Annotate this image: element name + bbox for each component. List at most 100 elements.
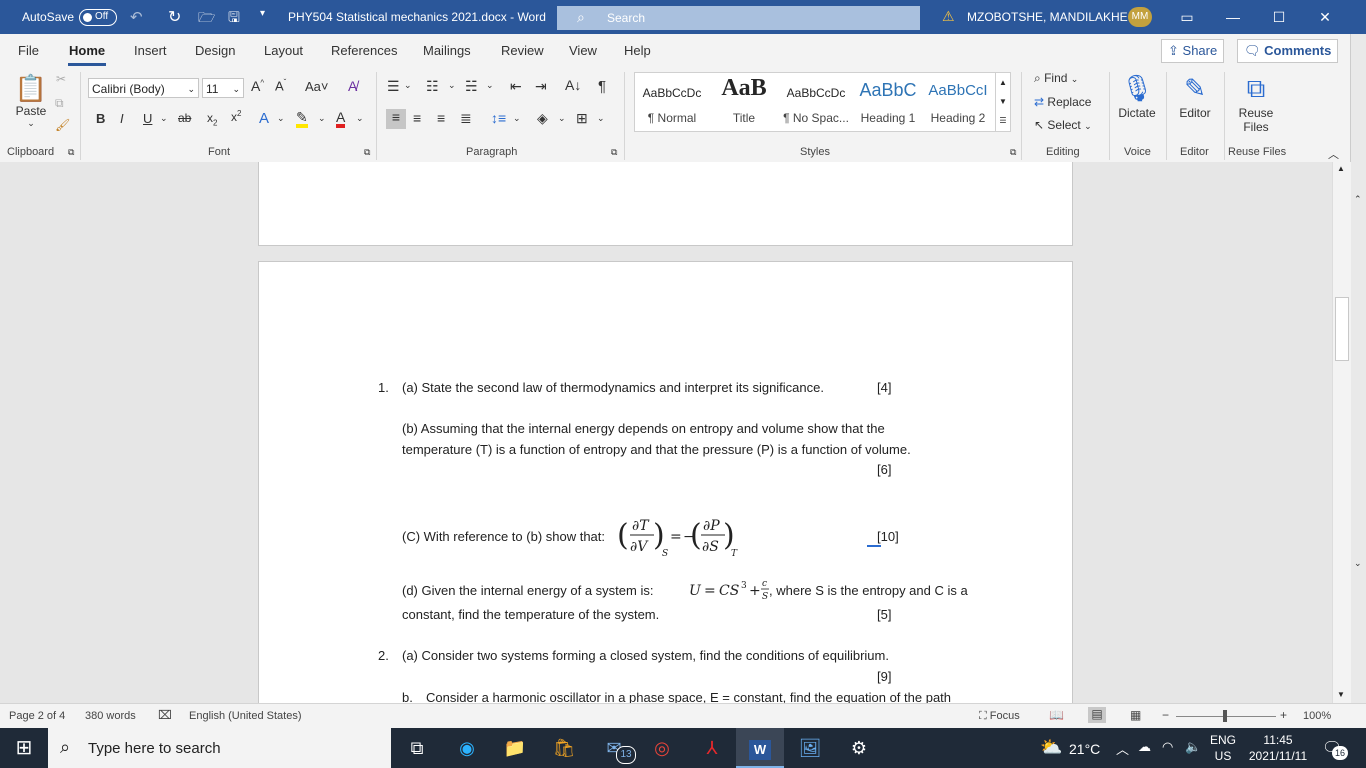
- font-name-select[interactable]: Calibri (Body) ⌄: [88, 78, 199, 98]
- tab-review[interactable]: Review: [501, 43, 544, 58]
- user-name[interactable]: MZOBOTSHE, MANDILAKHE: [967, 10, 1128, 24]
- bullets-icon[interactable]: ☰: [387, 78, 400, 95]
- wifi-icon[interactable]: ◠: [1162, 739, 1173, 755]
- open-folder-icon[interactable]: 🗁: [198, 7, 215, 31]
- increase-indent-icon[interactable]: ⇥: [535, 78, 547, 95]
- style-heading-2[interactable]: AaBbCcI Heading 2: [923, 73, 993, 131]
- customize-toolbar-icon[interactable]: ▾: [260, 8, 265, 19]
- print-layout-icon[interactable]: ▤: [1088, 707, 1106, 723]
- tab-references[interactable]: References: [331, 43, 397, 58]
- scrollbar-thumb[interactable]: [1335, 297, 1349, 361]
- taskbar-search[interactable]: ⌕ Type here to search: [48, 728, 391, 768]
- minimize-icon[interactable]: —: [1210, 0, 1256, 34]
- chevron-down-icon[interactable]: ⌄: [160, 113, 168, 124]
- chevron-down-icon[interactable]: ⌄: [558, 113, 566, 124]
- chevron-down-icon[interactable]: ⌄: [513, 113, 521, 124]
- bold-icon[interactable]: B: [96, 111, 105, 126]
- chrome-icon[interactable]: ◎: [638, 728, 686, 768]
- avatar[interactable]: MM: [1128, 7, 1152, 27]
- tab-layout[interactable]: Layout: [264, 43, 303, 58]
- scroll-up-icon[interactable]: ▲: [1337, 164, 1345, 173]
- search-box[interactable]: ⌕ Search: [557, 6, 920, 30]
- replace-button[interactable]: ⇄ Replace: [1034, 95, 1091, 109]
- chevron-down-icon[interactable]: ⌄: [597, 113, 605, 124]
- italic-icon[interactable]: I: [120, 111, 124, 126]
- clock[interactable]: 11:45 2021/11/11: [1246, 732, 1310, 764]
- word-taskbar-icon[interactable]: W: [736, 728, 784, 768]
- shrink-font-icon[interactable]: Aˇ: [275, 78, 286, 93]
- page-2[interactable]: 1. (a) State the second law of thermodyn…: [258, 261, 1073, 703]
- zoom-in-icon[interactable]: +: [1280, 708, 1287, 722]
- styles-launcher-icon[interactable]: ⧉: [1010, 147, 1016, 158]
- task-view-icon[interactable]: ⧉: [393, 728, 441, 768]
- style-title[interactable]: AaB Title: [709, 73, 779, 131]
- autosave-toggle[interactable]: Off: [79, 9, 117, 26]
- style-heading-1[interactable]: AaBbC Heading 1: [853, 73, 923, 131]
- tab-insert[interactable]: Insert: [134, 43, 167, 58]
- weather-icon[interactable]: ⛅: [1040, 737, 1062, 758]
- tab-file[interactable]: File: [18, 43, 39, 58]
- network-icon[interactable]: ☁: [1138, 739, 1151, 755]
- dictate-button[interactable]: 🎙 Dictate: [1115, 70, 1159, 120]
- line-spacing-icon[interactable]: ↕≡: [491, 110, 506, 126]
- store-icon[interactable]: 🛍: [540, 728, 588, 768]
- warning-icon[interactable]: ⚠: [942, 8, 955, 25]
- align-center-icon[interactable]: ≡: [413, 110, 421, 126]
- align-left-icon[interactable]: ≡: [386, 109, 406, 129]
- undo-icon[interactable]: ↶: [130, 8, 143, 26]
- select-button[interactable]: ↖ Select ⌄: [1034, 118, 1092, 132]
- collapse-ribbon-icon[interactable]: ︿: [1328, 146, 1339, 162]
- clipboard-launcher-icon[interactable]: ⧉: [68, 147, 74, 158]
- edge-icon[interactable]: ◉: [443, 728, 491, 768]
- styles-scroll[interactable]: ▲ ▼ ☰: [995, 73, 1010, 131]
- style-normal[interactable]: AaBbCcDc ¶ Normal: [635, 73, 709, 131]
- change-case-button[interactable]: Aa˅: [305, 79, 329, 94]
- chevron-down-icon[interactable]: ⌄: [356, 113, 364, 124]
- underline-icon[interactable]: U: [143, 111, 152, 126]
- paste-button[interactable]: 📋 Paste ⌄: [12, 72, 50, 134]
- chevron-down-icon[interactable]: ⌄: [404, 80, 412, 91]
- chevron-up-icon[interactable]: ︿: [1116, 739, 1129, 758]
- numbering-icon[interactable]: ☷: [426, 78, 439, 95]
- chevron-down-icon[interactable]: ⌄: [486, 80, 494, 91]
- focus-button[interactable]: ⛶ Focus: [979, 710, 1020, 723]
- chevron-down-icon[interactable]: ⌄: [318, 113, 326, 124]
- justify-icon[interactable]: ≣: [460, 110, 472, 127]
- close-icon[interactable]: ✕: [1302, 0, 1348, 34]
- tab-home[interactable]: Home: [69, 43, 105, 58]
- paragraph-launcher-icon[interactable]: ⧉: [611, 147, 617, 158]
- chevron-down-icon[interactable]: ⌄: [1354, 558, 1362, 569]
- find-button[interactable]: ⌕ Find ⌄: [1034, 71, 1078, 86]
- tab-mailings[interactable]: Mailings: [423, 43, 471, 58]
- notification-icon[interactable]: 🗨16: [1322, 738, 1348, 760]
- grow-font-icon[interactable]: A^: [251, 78, 264, 94]
- tab-design[interactable]: Design: [195, 43, 235, 58]
- windows-start-icon[interactable]: ⊞: [0, 728, 48, 768]
- zoom-level[interactable]: 100%: [1303, 710, 1331, 722]
- comments-button[interactable]: 🗨 Comments: [1237, 39, 1339, 63]
- align-right-icon[interactable]: ≡: [437, 110, 445, 126]
- sort-icon[interactable]: A↓: [565, 77, 581, 93]
- ribbon-display-options-icon[interactable]: ▭: [1164, 0, 1210, 34]
- editor-button[interactable]: ✎ Editor: [1172, 70, 1218, 120]
- read-mode-icon[interactable]: 📖: [1049, 708, 1064, 722]
- reuse-files-button[interactable]: ⧉ Reuse Files: [1232, 70, 1280, 134]
- cut-icon[interactable]: ✂: [56, 72, 66, 86]
- scroll-down-icon[interactable]: ▼: [1337, 690, 1345, 699]
- subscript-icon[interactable]: x2: [207, 111, 217, 127]
- maximize-icon[interactable]: ☐: [1256, 0, 1302, 34]
- chevron-up-icon[interactable]: ⌃: [1354, 194, 1362, 205]
- save-icon[interactable]: 🖫: [228, 7, 240, 31]
- page-indicator[interactable]: Page 2 of 4: [9, 710, 65, 722]
- font-size-select[interactable]: 11 ⌄: [202, 78, 244, 98]
- language[interactable]: English (United States): [189, 710, 302, 722]
- settings-gear-icon[interactable]: ⚙: [835, 728, 883, 768]
- acrobat-icon[interactable]: ⅄: [688, 728, 736, 768]
- font-color-icon[interactable]: A: [336, 110, 346, 128]
- volume-icon[interactable]: 🔈: [1185, 739, 1201, 755]
- redo-icon[interactable]: ↻: [168, 7, 181, 27]
- word-count[interactable]: 380 words: [85, 710, 136, 722]
- highlight-icon[interactable]: ✎: [296, 110, 308, 128]
- copy-icon[interactable]: ⧉: [55, 96, 64, 111]
- vertical-scrollbar[interactable]: ▲ ▼: [1332, 162, 1351, 703]
